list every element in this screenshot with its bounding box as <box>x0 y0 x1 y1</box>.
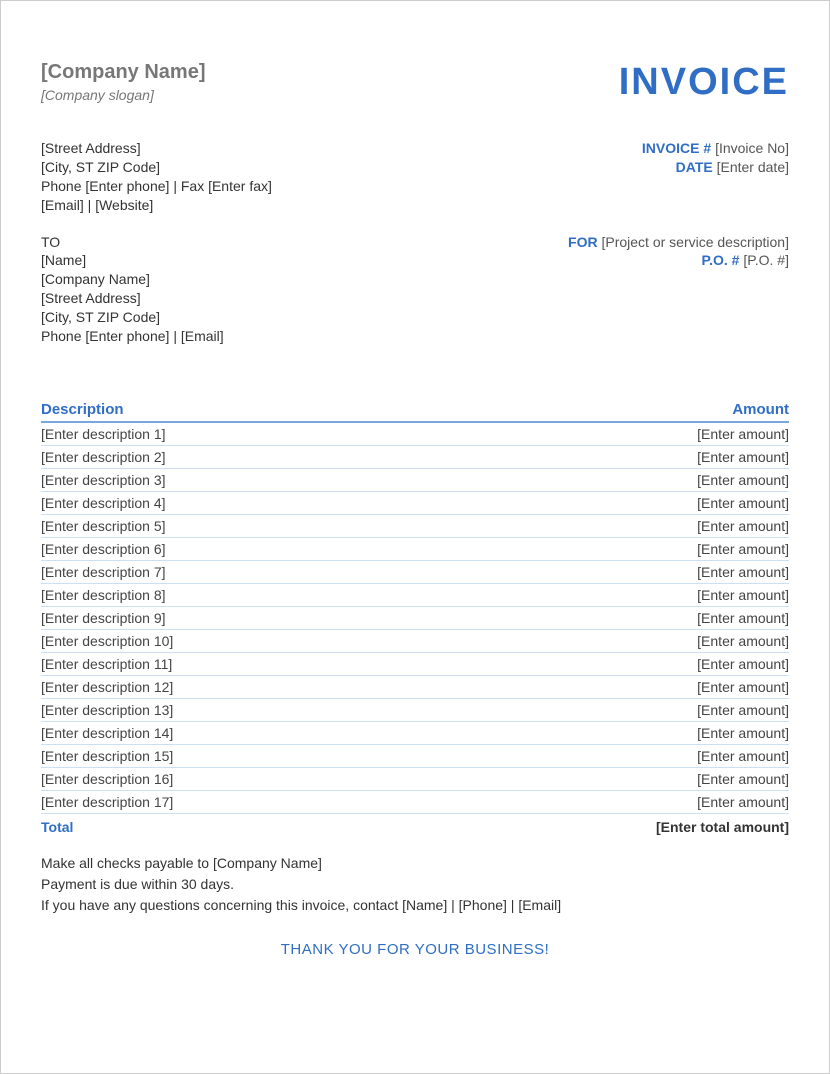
table-row: [Enter description 7] [Enter amount] <box>41 561 789 584</box>
item-description: [Enter description 3] <box>41 472 166 488</box>
item-description: [Enter description 14] <box>41 725 173 741</box>
table-row: [Enter description 13] [Enter amount] <box>41 699 789 722</box>
table-row: [Enter description 4] [Enter amount] <box>41 492 789 515</box>
to-name: [Name] <box>41 251 224 270</box>
item-amount: [Enter amount] <box>697 633 789 649</box>
desc-header: Description <box>41 401 124 418</box>
date-value: [Enter date] <box>717 159 789 175</box>
invoice-table: Description Amount [Enter description 1]… <box>41 401 789 839</box>
item-amount: [Enter amount] <box>697 702 789 718</box>
to-label: TO <box>41 233 224 252</box>
from-street: [Street Address] <box>41 139 272 158</box>
item-description: [Enter description 15] <box>41 748 173 764</box>
item-description: [Enter description 1] <box>41 426 166 442</box>
item-description: [Enter description 13] <box>41 702 173 718</box>
table-row: [Enter description 11] [Enter amount] <box>41 653 789 676</box>
table-row: [Enter description 14] [Enter amount] <box>41 722 789 745</box>
item-amount: [Enter amount] <box>697 518 789 534</box>
item-description: [Enter description 8] <box>41 587 166 603</box>
item-description: [Enter description 4] <box>41 495 166 511</box>
item-description: [Enter description 10] <box>41 633 173 649</box>
from-phone: Phone [Enter phone] | Fax [Enter fax] <box>41 177 272 196</box>
item-description: [Enter description 17] <box>41 794 173 810</box>
table-row: [Enter description 5] [Enter amount] <box>41 515 789 538</box>
to-company: [Company Name] <box>41 270 224 289</box>
company-name: [Company Name] <box>41 61 205 84</box>
to-city: [City, ST ZIP Code] <box>41 308 224 327</box>
item-description: [Enter description 12] <box>41 679 173 695</box>
total-row: Total [Enter total amount] <box>41 815 789 839</box>
from-contact: [Email] | [Website] <box>41 196 272 215</box>
table-row: [Enter description 15] [Enter amount] <box>41 745 789 768</box>
item-amount: [Enter amount] <box>697 748 789 764</box>
item-description: [Enter description 16] <box>41 771 173 787</box>
from-block: [Street Address] [City, ST ZIP Code] Pho… <box>41 139 272 215</box>
item-amount: [Enter amount] <box>697 587 789 603</box>
po-value: [P.O. #] <box>743 252 789 268</box>
invoice-meta: INVOICE # [Invoice No] DATE [Enter date] <box>642 139 789 215</box>
date-label: DATE <box>676 159 713 175</box>
notes-line1: Make all checks payable to [Company Name… <box>41 853 789 874</box>
table-row: [Enter description 3] [Enter amount] <box>41 469 789 492</box>
for-block: FOR [Project or service description] P.O… <box>568 233 789 346</box>
table-row: [Enter description 10] [Enter amount] <box>41 630 789 653</box>
notes: Make all checks payable to [Company Name… <box>41 853 789 916</box>
item-amount: [Enter amount] <box>697 426 789 442</box>
for-label: FOR <box>568 234 598 250</box>
total-label: Total <box>41 819 73 835</box>
table-row: [Enter description 12] [Enter amount] <box>41 676 789 699</box>
item-description: [Enter description 6] <box>41 541 166 557</box>
from-city: [City, ST ZIP Code] <box>41 158 272 177</box>
item-description: [Enter description 9] <box>41 610 166 626</box>
amount-header: Amount <box>732 401 789 418</box>
item-amount: [Enter amount] <box>697 610 789 626</box>
table-header-row: Description Amount <box>41 401 789 423</box>
table-row: [Enter description 2] [Enter amount] <box>41 446 789 469</box>
table-row: [Enter description 9] [Enter amount] <box>41 607 789 630</box>
po-label: P.O. # <box>702 252 740 268</box>
invoice-title: INVOICE <box>619 61 789 104</box>
item-amount: [Enter amount] <box>697 679 789 695</box>
thank-you: THANK YOU FOR YOUR BUSINESS! <box>41 941 789 958</box>
item-description: [Enter description 7] <box>41 564 166 580</box>
item-description: [Enter description 5] <box>41 518 166 534</box>
to-phone: Phone [Enter phone] | [Email] <box>41 327 224 346</box>
for-value: [Project or service description] <box>601 234 789 250</box>
to-block: TO [Name] [Company Name] [Street Address… <box>41 233 224 346</box>
item-description: [Enter description 11] <box>41 656 172 672</box>
item-amount: [Enter amount] <box>697 541 789 557</box>
item-description: [Enter description 2] <box>41 449 166 465</box>
item-amount: [Enter amount] <box>697 725 789 741</box>
item-amount: [Enter amount] <box>697 656 789 672</box>
item-amount: [Enter amount] <box>697 794 789 810</box>
total-value: [Enter total amount] <box>656 819 789 835</box>
invoice-no-value: [Invoice No] <box>715 140 789 156</box>
invoice-no-label: INVOICE # <box>642 140 711 156</box>
item-amount: [Enter amount] <box>697 472 789 488</box>
item-amount: [Enter amount] <box>697 771 789 787</box>
table-row: [Enter description 16] [Enter amount] <box>41 768 789 791</box>
table-row: [Enter description 8] [Enter amount] <box>41 584 789 607</box>
table-row: [Enter description 1] [Enter amount] <box>41 423 789 446</box>
notes-line2: Payment is due within 30 days. <box>41 874 789 895</box>
table-row: [Enter description 17] [Enter amount] <box>41 791 789 814</box>
table-row: [Enter description 6] [Enter amount] <box>41 538 789 561</box>
item-amount: [Enter amount] <box>697 564 789 580</box>
item-amount: [Enter amount] <box>697 495 789 511</box>
notes-line3: If you have any questions concerning thi… <box>41 895 789 916</box>
item-amount: [Enter amount] <box>697 449 789 465</box>
company-slogan: [Company slogan] <box>41 87 205 103</box>
to-street: [Street Address] <box>41 289 224 308</box>
